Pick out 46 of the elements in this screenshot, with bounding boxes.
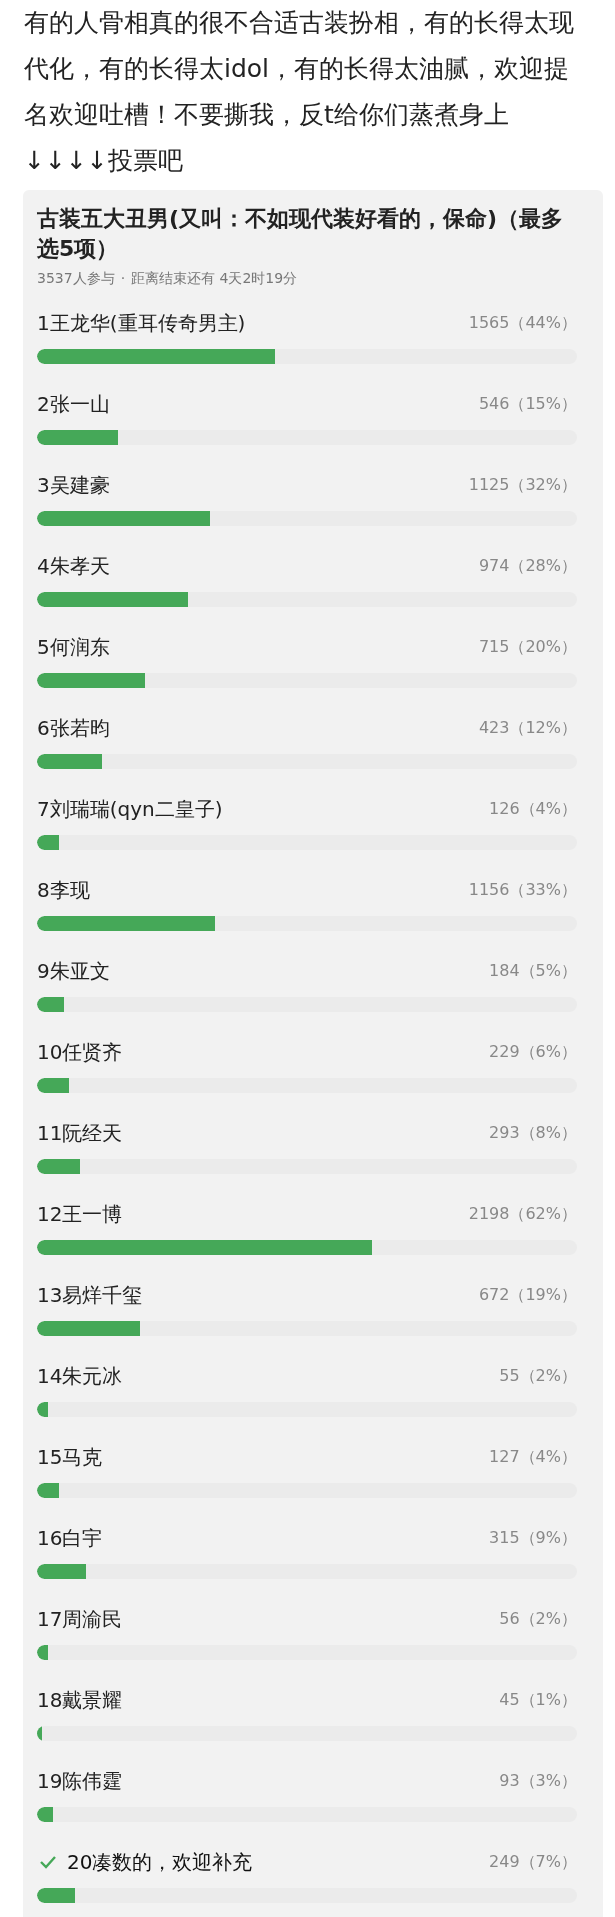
vote-count: 45（1%）	[499, 1689, 577, 1711]
option-label[interactable]: 13易烊千玺	[37, 1281, 143, 1309]
vote-count: 1125（32%）	[468, 474, 577, 496]
vote-count: 1156（33%）	[468, 879, 577, 901]
option-label[interactable]: 17周渝民	[37, 1605, 123, 1633]
vote-count: 672（19%）	[478, 1284, 577, 1306]
vote-count: 715（20%）	[478, 636, 577, 658]
vote-count: 127（4%）	[489, 1446, 577, 1468]
vote-count: 126（4%）	[489, 798, 577, 820]
option-label[interactable]: 14朱元冰	[37, 1362, 123, 1390]
option-label[interactable]: 19陈伟霆	[37, 1767, 123, 1795]
option-label[interactable]: 12王一博	[37, 1200, 123, 1228]
option-label[interactable]: 16白宇	[37, 1524, 103, 1552]
option-label[interactable]: 2张一山	[37, 390, 110, 418]
separator-dot: ·	[120, 270, 126, 288]
option-label[interactable]: 6张若昀	[37, 714, 110, 742]
vote-count: 546（15%）	[478, 393, 577, 415]
vote-count: 293（8%）	[489, 1122, 577, 1144]
option-label[interactable]: 4朱孝天	[37, 552, 110, 580]
participant-count: 3537人参与	[37, 270, 115, 288]
option-label[interactable]: 15马克	[37, 1443, 103, 1471]
option-label[interactable]: 9朱亚文	[37, 957, 110, 985]
option-label[interactable]: 3吴建豪	[37, 471, 110, 499]
poll-title: 古装五大丑男(又叫：不如现代装好看的，保命)（最多选5项）	[37, 205, 565, 263]
option-label[interactable]: 18戴景耀	[37, 1686, 123, 1714]
vote-count: 184（5%）	[489, 960, 577, 982]
option-label[interactable]: 5何润东	[37, 633, 110, 661]
vote-count: 93（3%）	[499, 1770, 577, 1792]
post-text: ↓↓↓↓投票吧	[24, 145, 184, 177]
vote-count: 56（2%）	[499, 1608, 577, 1630]
vote-count: 229（6%）	[489, 1041, 577, 1063]
option-label[interactable]: 7刘瑞瑞(qyn二皇子)	[37, 795, 223, 823]
vote-count: 315（9%）	[489, 1527, 577, 1549]
option-label[interactable]: 10任贤齐	[37, 1038, 123, 1066]
option-label[interactable]: 20凑数的，欢迎补充	[67, 1848, 253, 1876]
vote-count: 423（12%）	[478, 717, 577, 739]
vote-count: 974（28%）	[478, 555, 577, 577]
vote-count: 55（2%）	[499, 1365, 577, 1387]
vote-count: 1565（44%）	[468, 312, 577, 334]
option-label[interactable]: 11阮经天	[37, 1119, 123, 1147]
vote-count: 2198（62%）	[468, 1203, 577, 1225]
vote-count: 249（7%）	[489, 1851, 577, 1873]
option-label[interactable]: 1王龙华(重耳传奇男主)	[37, 309, 246, 337]
post-text: 有的人骨相真的很不合适古装扮相，有的长得太现代化，有的长得太idol，有的长得太油腻，欢迎提名欢迎吐槽！不要撕我，反t给你们蒸煮身上	[24, 7, 575, 131]
option-label[interactable]: 8李现	[37, 876, 90, 904]
deadline-text: 距离结束还有 4天2时19分	[131, 270, 298, 288]
